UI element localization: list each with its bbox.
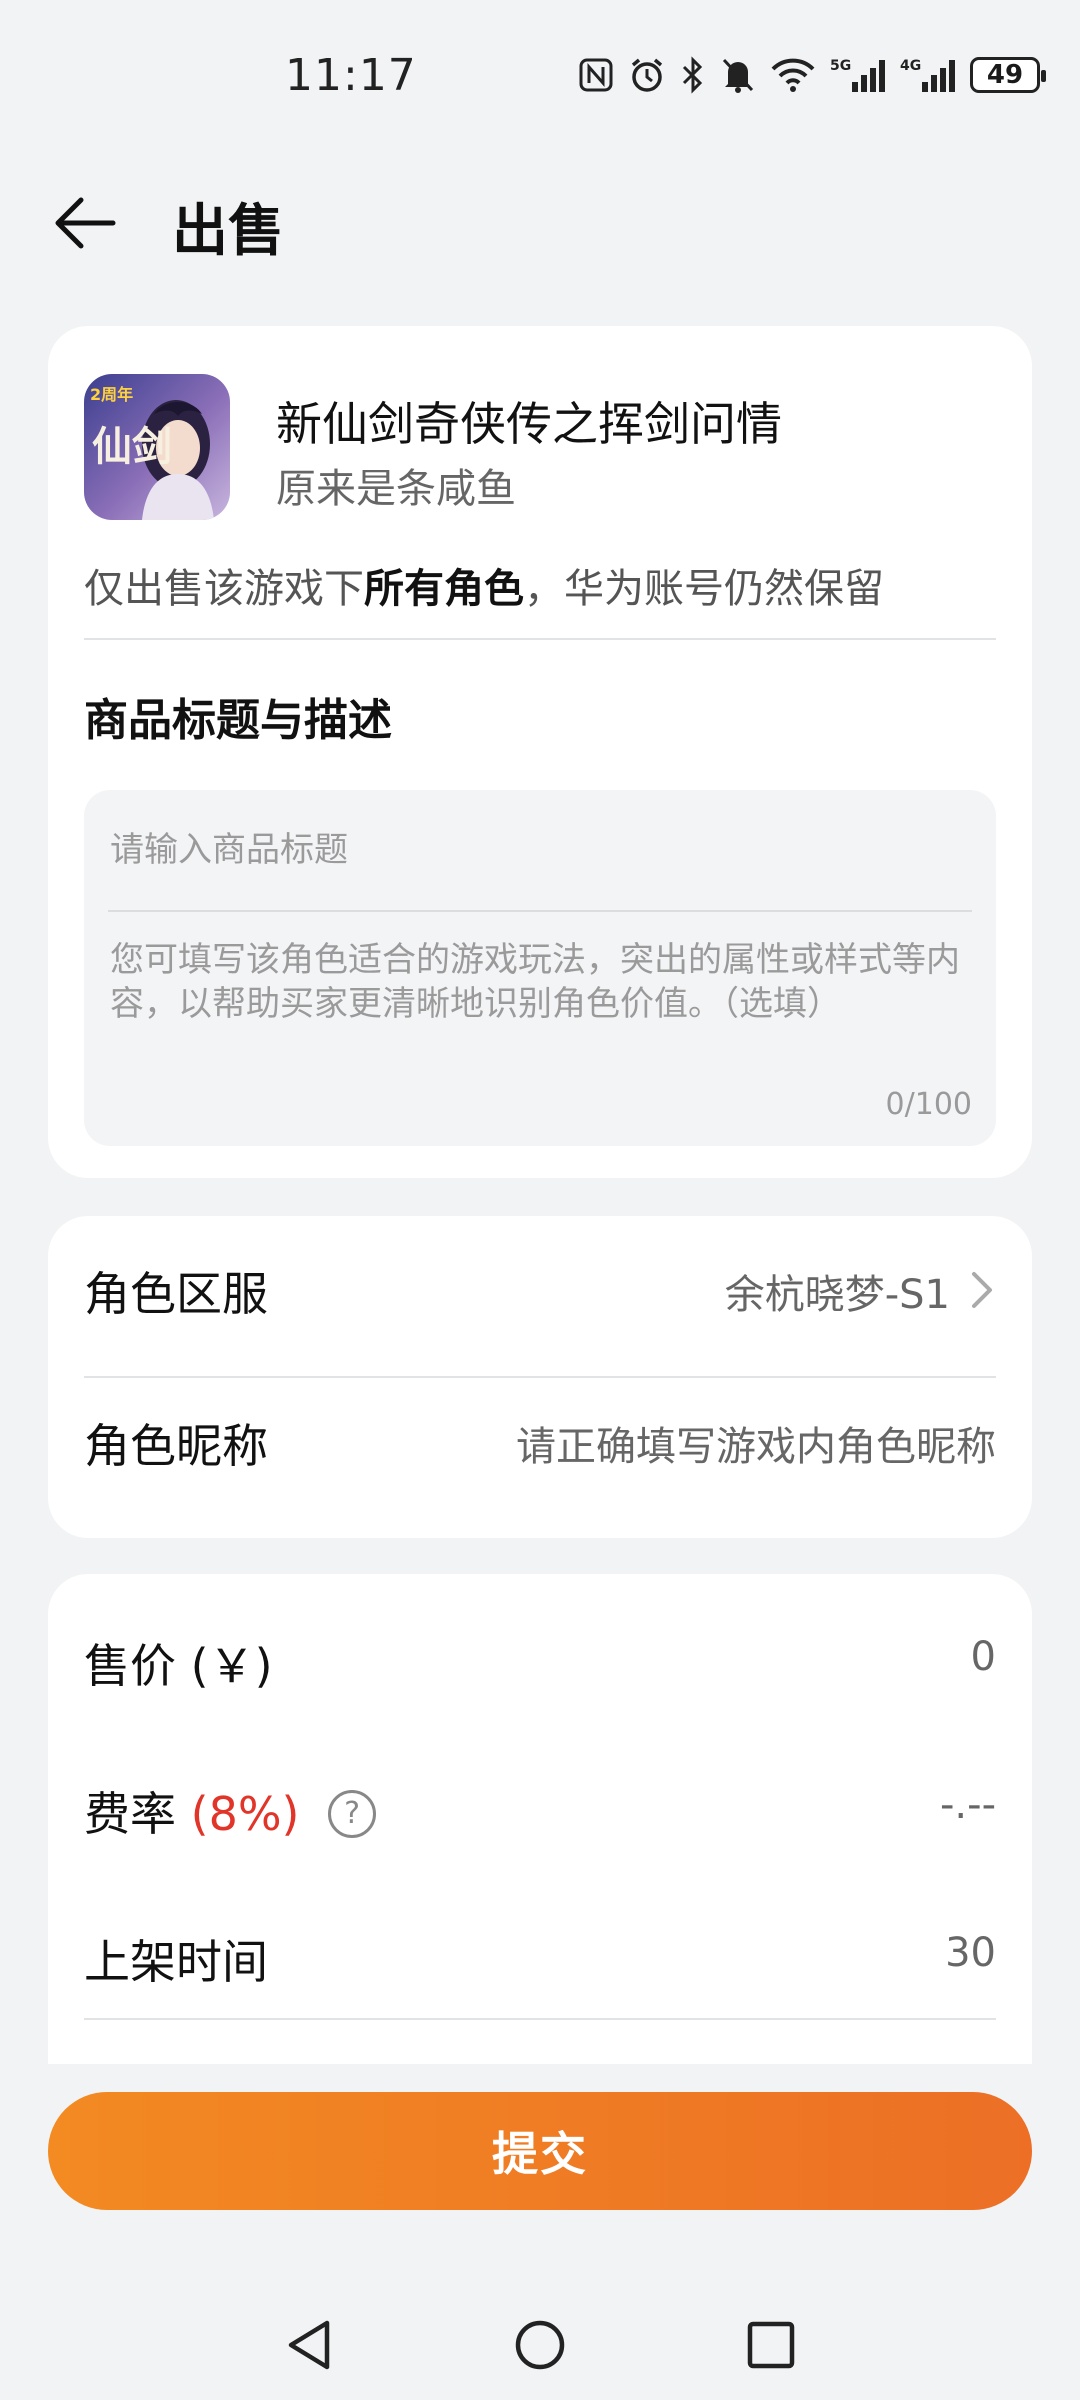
- fee-label-group: 费率 (8%) ?: [84, 1778, 377, 1844]
- product-description-input[interactable]: [108, 936, 978, 1066]
- signal-4g-icon: 4G: [900, 56, 956, 94]
- nav-home-button[interactable]: [505, 2310, 575, 2380]
- role-nickname-label: 角色昵称: [84, 1419, 268, 1473]
- mute-icon: [720, 56, 756, 94]
- page-title: 出售: [172, 199, 284, 264]
- fee-value: -.--: [939, 1782, 996, 1828]
- status-icons: 5G 4G 49: [578, 56, 1046, 94]
- fee-rate: (8%): [190, 1787, 300, 1841]
- nav-recents-button[interactable]: [736, 2310, 806, 2380]
- square-recents-icon: [747, 2321, 795, 2369]
- role-server-value: 余杭晓梦-S1: [724, 1272, 950, 1318]
- listing-time-value: 30: [945, 1930, 996, 1976]
- divider: [84, 1376, 996, 1378]
- pricing-card: 售价 (￥) 0 费率 (8%) ? -.-- 上架时间 30: [48, 1574, 1032, 2064]
- role-server-label: 角色区服: [84, 1267, 268, 1321]
- role-info-card: 角色区服 余杭晓梦-S1 角色昵称 请正确填写游戏内角色昵称: [48, 1216, 1032, 1538]
- product-title-input[interactable]: [108, 820, 972, 880]
- notice-suffix: ，华为账号仍然保留: [524, 566, 884, 612]
- help-icon[interactable]: ?: [328, 1789, 377, 1838]
- input-divider: [108, 910, 972, 912]
- status-bar: 11:17 5G 4G 49: [0, 0, 1080, 160]
- price-row[interactable]: 售价 (￥) 0: [84, 1604, 996, 1714]
- notice-prefix: 仅出售该游戏下: [84, 566, 364, 612]
- alarm-icon: [628, 56, 666, 94]
- divider: [84, 2018, 996, 2020]
- listing-time-label: 上架时间: [84, 1935, 268, 1989]
- role-server-row[interactable]: 角色区服 余杭晓梦-S1: [84, 1232, 996, 1342]
- signal-5g-icon: 5G: [830, 56, 886, 94]
- description-box: 0/100: [84, 790, 996, 1146]
- svg-text:仙剑: 仙剑: [92, 423, 172, 470]
- seller-name: 原来是条咸鱼: [276, 466, 516, 512]
- system-nav-bar: [0, 2270, 1080, 2400]
- battery-icon: 49: [970, 57, 1046, 93]
- listing-time-row[interactable]: 上架时间 30: [84, 1900, 996, 2010]
- notice-bold: 所有角色: [364, 566, 524, 612]
- battery-level: 49: [986, 60, 1024, 90]
- game-logo-icon: 仙剑 2周年: [84, 374, 230, 520]
- fee-row: 费率 (8%) ? -.--: [84, 1752, 996, 1862]
- game-name: 新仙剑奇侠传之挥剑问情: [276, 397, 782, 451]
- nfc-icon: [578, 57, 614, 93]
- game-info-card: 仙剑 2周年 新仙剑奇侠传之挥剑问情 原来是条咸鱼 仅出售该游戏下所有角色，华为…: [48, 326, 1032, 1178]
- svg-text:4G: 4G: [900, 58, 921, 74]
- chevron-right-icon: [972, 1272, 992, 1308]
- svg-text:5G: 5G: [830, 58, 851, 74]
- divider: [84, 638, 996, 640]
- back-arrow-icon: [55, 197, 116, 249]
- triangle-back-icon: [288, 2320, 330, 2370]
- svg-text:2周年: 2周年: [90, 385, 133, 404]
- price-input[interactable]: 0: [971, 1634, 996, 1680]
- role-nickname-row[interactable]: 角色昵称 请正确填写游戏内角色昵称: [84, 1384, 996, 1494]
- price-label: 售价 (￥): [84, 1639, 273, 1693]
- circle-home-icon: [515, 2320, 565, 2370]
- section-title-description: 商品标题与描述: [84, 695, 392, 746]
- fee-label: 费率: [84, 1787, 176, 1841]
- submit-button[interactable]: 提交: [48, 2092, 1032, 2210]
- status-time: 11:17: [285, 50, 417, 101]
- sale-notice: 仅出售该游戏下所有角色，华为账号仍然保留: [84, 556, 884, 614]
- nav-back-button[interactable]: [274, 2310, 344, 2380]
- back-button[interactable]: [50, 188, 120, 258]
- role-nickname-input[interactable]: 请正确填写游戏内角色昵称: [516, 1414, 996, 1472]
- char-counter: 0/100: [885, 1087, 972, 1122]
- bluetooth-icon: [680, 56, 706, 94]
- header: 出售: [0, 170, 1080, 270]
- wifi-icon: [770, 57, 816, 93]
